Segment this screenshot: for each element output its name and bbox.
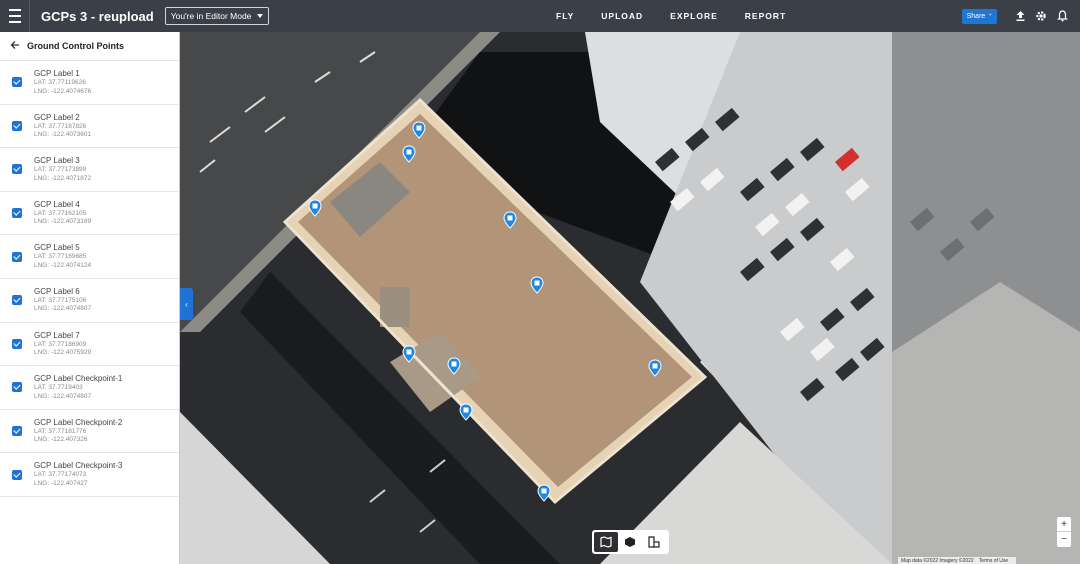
gcp-lat: LAT: 37.77186909	[34, 340, 87, 348]
list-item[interactable]: GCP Label 2 LAT: 37.77187826 LNG: -122.4…	[0, 105, 179, 149]
aerial-imagery	[180, 32, 1080, 564]
gear-icon[interactable]	[1035, 10, 1047, 22]
zoom-in-button[interactable]: +	[1057, 517, 1071, 532]
gcp-checkbox[interactable]	[12, 469, 22, 480]
gcp-lat: LAT: 37.77169685	[34, 253, 87, 261]
map-view[interactable]	[180, 32, 1080, 564]
gcp-lng: LNG: -122.407427	[34, 479, 88, 487]
split-view-icon[interactable]	[642, 532, 666, 552]
terms-of-use-link[interactable]: Terms of Use	[979, 558, 1008, 564]
gcp-checkbox[interactable]	[12, 382, 22, 393]
gcp-label: GCP Label 6	[34, 286, 80, 296]
gcp-info: GCP Label Checkpoint-1 LAT: 37.7719403 L…	[34, 374, 122, 401]
gcp-list: GCP Label 1 LAT: 37.77119626 LNG: -122.4…	[0, 61, 179, 497]
gcp-info: GCP Label 2 LAT: 37.77187826 LNG: -122.4…	[34, 113, 91, 140]
mode-select[interactable]: You're in Editor Mode	[164, 7, 270, 25]
gcp-lng: LNG: -122.4075929	[34, 349, 92, 357]
gcp-checkbox[interactable]	[12, 338, 22, 349]
gcp-checkbox[interactable]	[12, 251, 22, 262]
main-nav: FLY UPLOAD EXPLORE REPORT	[545, 0, 813, 32]
gcp-lat: LAT: 37.77173899	[34, 166, 87, 174]
project-title: GCPs 3 - reupload	[41, 8, 154, 24]
gcp-lat: LAT: 37.77187826	[34, 122, 87, 130]
sidebar-title: Ground Control Points	[27, 41, 124, 51]
back-arrow-icon[interactable]	[10, 40, 22, 52]
gcp-checkbox[interactable]	[12, 426, 22, 437]
gcp-lng: LNG: -122.4073601	[34, 131, 92, 139]
map-attribution: Map data ©2022 Imagery ©2022 Terms of Us…	[898, 557, 1017, 564]
gcp-lng: LNG: -122.4074807	[34, 305, 92, 313]
share-label: Share	[966, 12, 986, 20]
mode-select-label: You're in Editor Mode	[170, 11, 252, 21]
gcp-info: GCP Label 6 LAT: 37.77175106 LNG: -122.4…	[34, 287, 91, 314]
map-view-icon[interactable]	[594, 532, 618, 552]
upload-icon[interactable]	[1014, 10, 1026, 22]
gcp-info: GCP Label 7 LAT: 37.77186909 LNG: -122.4…	[34, 331, 91, 358]
gcp-lng: LNG: -122.4074807	[34, 392, 92, 400]
list-item[interactable]: GCP Label Checkpoint-1 LAT: 37.7719403 L…	[0, 366, 179, 410]
gcp-lng: LNG: -122.4074124	[34, 261, 92, 269]
gcp-lng: LNG: -122.407326	[34, 436, 88, 444]
nav-upload[interactable]: UPLOAD	[601, 11, 643, 21]
gcp-lat: LAT: 37.77174073	[34, 471, 87, 479]
gcp-lat: LAT: 37.77119626	[34, 79, 86, 86]
share-button[interactable]: Share ⁺	[961, 8, 997, 24]
gcp-label: GCP Label 7	[34, 330, 80, 340]
chevron-down-icon	[257, 14, 264, 18]
list-item[interactable]: GCP Label 6 LAT: 37.77175106 LNG: -122.4…	[0, 279, 179, 323]
collapse-sidebar-button[interactable]: ‹	[180, 288, 193, 320]
gcp-checkbox[interactable]	[12, 208, 22, 219]
gcp-info: GCP Label 1 LAT: 37.77119626 LNG: -122.4…	[34, 69, 91, 96]
gcp-lng: LNG: -122.4073189	[34, 218, 92, 226]
3d-view-icon[interactable]	[618, 532, 642, 552]
gcp-label: GCP Label 1	[34, 69, 80, 78]
nav-explore[interactable]: EXPLORE	[670, 11, 718, 21]
gcp-label: GCP Label Checkpoint-3	[34, 461, 123, 471]
list-item[interactable]: GCP Label 7 LAT: 37.77186909 LNG: -122.4…	[0, 323, 179, 367]
zoom-out-button[interactable]: −	[1057, 532, 1071, 547]
zoom-control: + −	[1057, 517, 1071, 547]
gcp-info: GCP Label 5 LAT: 37.77169685 LNG: -122.4…	[34, 243, 91, 270]
list-item[interactable]: GCP Label 4 LAT: 37.77162105 LNG: -122.4…	[0, 192, 179, 236]
gcp-label: GCP Label Checkpoint-1	[34, 374, 123, 384]
gcp-label: GCP Label Checkpoint-2	[34, 417, 123, 427]
gcp-label: GCP Label 2	[34, 112, 80, 122]
gcp-info: GCP Label Checkpoint-3 LAT: 37.77174073 …	[34, 461, 122, 488]
gcp-label: GCP Label 3	[34, 156, 80, 166]
gcp-lat: LAT: 37.77175106	[34, 296, 87, 304]
top-bar: GCPs 3 - reupload You're in Editor Mode …	[0, 0, 1080, 32]
gcp-label: GCP Label 5	[34, 243, 80, 253]
nav-fly[interactable]: FLY	[556, 11, 574, 21]
list-item[interactable]: GCP Label 3 LAT: 37.77173899 LNG: -122.4…	[0, 148, 179, 192]
view-switcher	[592, 530, 669, 554]
gcp-lat: LAT: 37.7719403	[34, 384, 83, 392]
gcp-lng: LNG: -122.4074676	[34, 87, 92, 95]
nav-report[interactable]: REPORT	[745, 11, 786, 21]
header-tools: Share ⁺	[961, 0, 1068, 32]
gcp-info: GCP Label 4 LAT: 37.77162105 LNG: -122.4…	[34, 200, 91, 227]
bell-icon[interactable]	[1056, 10, 1068, 22]
menu-icon[interactable]	[0, 0, 30, 32]
gcp-checkbox[interactable]	[12, 295, 22, 306]
gcp-checkbox[interactable]	[12, 77, 22, 88]
gcp-info: GCP Label 3 LAT: 37.77173899 LNG: -122.4…	[34, 156, 91, 183]
gcp-sidebar: Ground Control Points GCP Label 1 LAT: 3…	[0, 32, 180, 564]
chevron-left-icon: ‹	[185, 299, 188, 309]
gcp-lng: LNG: -122.4071872	[34, 174, 92, 182]
gcp-info: GCP Label Checkpoint-2 LAT: 37.77181776 …	[34, 418, 122, 445]
gcp-lat: LAT: 37.77162105	[34, 209, 87, 217]
gcp-checkbox[interactable]	[12, 120, 22, 131]
list-item[interactable]: GCP Label Checkpoint-3 LAT: 37.77174073 …	[0, 453, 179, 497]
list-item[interactable]: GCP Label 5 LAT: 37.77169685 LNG: -122.4…	[0, 235, 179, 279]
map-data-credit: Map data ©2022 Imagery ©2022	[901, 557, 974, 564]
list-item[interactable]: GCP Label Checkpoint-2 LAT: 37.77181776 …	[0, 410, 179, 454]
add-person-icon: ⁺	[988, 13, 992, 20]
sidebar-header: Ground Control Points	[0, 32, 179, 61]
list-item[interactable]: GCP Label 1 LAT: 37.77119626 LNG: -122.4…	[0, 61, 179, 105]
gcp-lat: LAT: 37.77181776	[34, 427, 87, 435]
gcp-label: GCP Label 4	[34, 199, 80, 209]
gcp-checkbox[interactable]	[12, 164, 22, 175]
